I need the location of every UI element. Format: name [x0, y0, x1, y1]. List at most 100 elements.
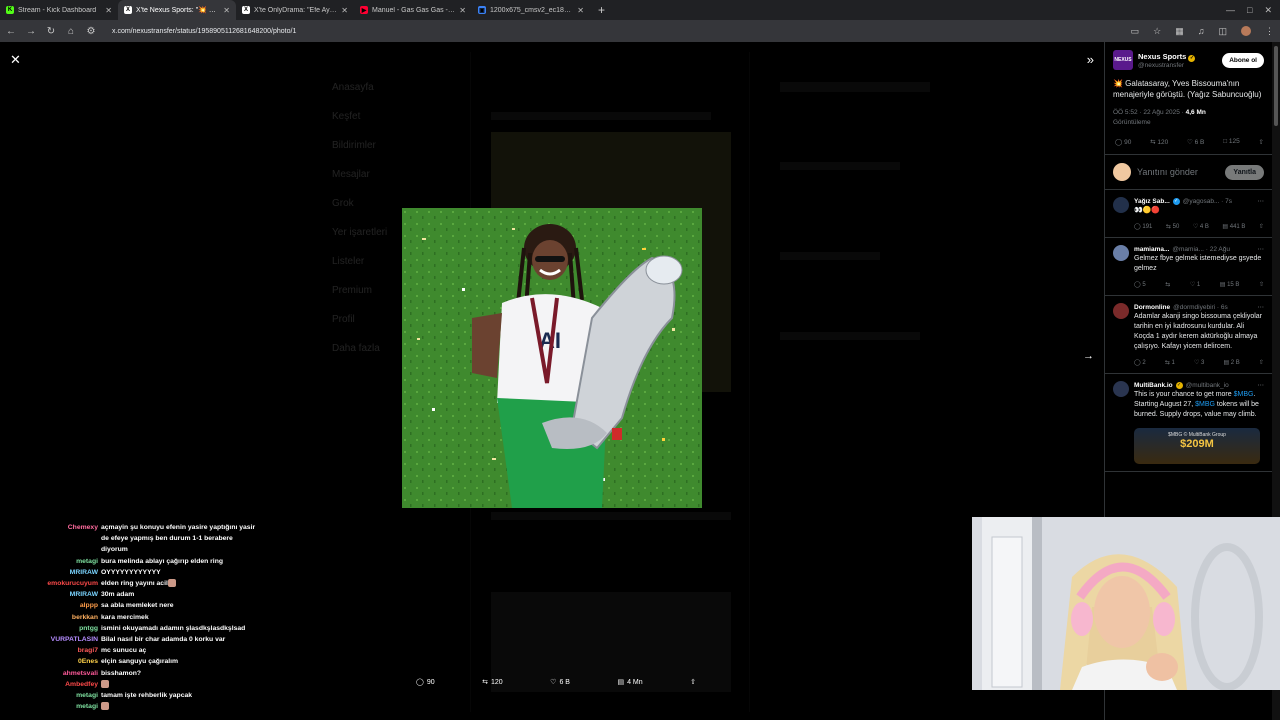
next-photo-icon[interactable]: →	[1083, 350, 1094, 362]
chat-username[interactable]: alppp	[0, 600, 101, 611]
chat-username[interactable]: MRIRAW	[0, 567, 101, 578]
share-icon[interactable]: ⇧	[1259, 223, 1264, 230]
maximize-icon[interactable]: □	[1247, 5, 1252, 16]
chat-username[interactable]: 0Enes	[0, 656, 101, 667]
chat-username[interactable]: pntgg	[0, 623, 101, 634]
author-avatar[interactable]: NEXUS	[1113, 50, 1133, 70]
heart-icon[interactable]: ♡ 3	[1194, 359, 1204, 366]
forward-icon[interactable]: →	[26, 26, 36, 37]
cashtag-link[interactable]: $MBG	[1195, 401, 1215, 408]
bar-chart-icon[interactable]: ▤ 15 B	[1220, 281, 1240, 288]
reply-avatar[interactable]	[1113, 381, 1129, 397]
reply-icon[interactable]: ◯ 5	[1134, 281, 1146, 288]
more-options-icon[interactable]: ⋯	[1258, 381, 1265, 389]
tab-close-icon[interactable]: ✕	[105, 6, 112, 15]
like-stat[interactable]: ♡ 6 B	[1187, 138, 1204, 146]
sidebar-icon[interactable]: ◫	[1218, 26, 1227, 37]
chat-username[interactable]: bragi7	[0, 645, 101, 656]
menu-icon[interactable]: ⋮	[1265, 26, 1274, 37]
cashtag-link[interactable]: $MBG	[1234, 391, 1254, 398]
more-options-icon[interactable]: ⋯	[1258, 245, 1265, 253]
tab-close-icon[interactable]: ✕	[577, 6, 584, 15]
author-handle[interactable]: @nexustransfer	[1138, 62, 1195, 69]
repost-icon[interactable]: ⇆	[1165, 281, 1170, 288]
reply-item[interactable]: mamiama... @mamia... · 22 Ağu ⋯ Gelmez fbye…	[1105, 238, 1272, 296]
scrollbar-thumb[interactable]	[1274, 46, 1278, 126]
reply-submit-button[interactable]: Yanıtla	[1225, 164, 1264, 180]
minimize-icon[interactable]: —	[1226, 5, 1235, 16]
reply-author-handle[interactable]: @dormdiyebiri · 6s	[1173, 304, 1228, 311]
reply-author-name[interactable]: MultiBank.io	[1134, 382, 1173, 389]
reply-author-name[interactable]: Yağız Sab...	[1134, 198, 1170, 205]
more-options-icon[interactable]: ⋯	[1258, 303, 1265, 311]
new-tab-button[interactable]: +	[590, 3, 613, 17]
reply-icon[interactable]: ◯ 2	[1134, 359, 1146, 366]
browser-tab[interactable]: X X'te Nexus Sports: "💥 Galatasaray ✕	[118, 0, 236, 20]
repost-action[interactable]: ⇆ 120	[482, 678, 503, 687]
reload-icon[interactable]: ↻	[46, 26, 56, 37]
close-viewer-icon[interactable]: ✕	[10, 52, 21, 68]
browser-tab[interactable]: ▣ 1200x675_cmsv2_ec180875-7c ✕	[472, 0, 590, 20]
back-icon[interactable]: ←	[6, 26, 16, 37]
tweet-photo[interactable]: AI	[402, 208, 702, 508]
url-field[interactable]: x.com/nexustransfer/status/1958905112681…	[112, 28, 296, 35]
repost-icon[interactable]: ⇆ 50	[1166, 223, 1179, 230]
bookmark-stat[interactable]: □ 125	[1223, 138, 1240, 146]
reply-author-handle[interactable]: @yagosab... · 7s	[1183, 198, 1232, 205]
reply-author-handle[interactable]: @multibank_io	[1186, 382, 1229, 389]
views-action[interactable]: ▤ 4 Mn	[617, 678, 642, 687]
chat-username[interactable]: metagi	[0, 690, 101, 701]
chat-username[interactable]: emokurucuyum	[0, 578, 101, 589]
chat-username[interactable]: Chemexy	[0, 522, 101, 556]
extensions-icon[interactable]: ▦	[1175, 26, 1184, 37]
like-action[interactable]: ♡ 6 B	[550, 678, 570, 687]
ad-banner-image[interactable]: $MBG © MultiBank Group $209M	[1134, 428, 1260, 464]
collapse-panel-icon[interactable]: »	[1087, 52, 1094, 67]
reply-action[interactable]: ◯ 90	[416, 678, 435, 687]
tab-close-icon[interactable]: ✕	[459, 6, 466, 15]
share-icon[interactable]: ⇧	[1259, 281, 1264, 288]
reply-avatar[interactable]	[1113, 303, 1129, 319]
more-options-icon[interactable]: ⋯	[1258, 197, 1265, 205]
reply-item[interactable]: Yağız Sab... ✓ @yagosab... · 7s ⋯ 👀🟡🔴 ◯ 191 ⇆ …	[1105, 190, 1272, 238]
chat-username[interactable]: berkkan	[0, 612, 101, 623]
tab-close-icon[interactable]: ✕	[223, 6, 230, 15]
reply-avatar[interactable]	[1113, 245, 1129, 261]
reply-item[interactable]: MultiBank.io ✓ @multibank_io ⋯ This is your …	[1105, 374, 1272, 472]
reply-author-name[interactable]: mamiama...	[1134, 246, 1169, 253]
reply-avatar[interactable]	[1113, 197, 1129, 213]
chat-username[interactable]: MRIRAW	[0, 589, 101, 600]
chat-username[interactable]: ahmetsvali	[0, 668, 101, 679]
heart-icon[interactable]: ♡ 1	[1190, 281, 1200, 288]
reply-stat[interactable]: ◯ 90	[1115, 138, 1131, 146]
tweet-timestamp[interactable]: ÖÖ 5:52 · 22 Ağu 2025 ·	[1113, 109, 1184, 116]
browser-tab[interactable]: K Stream - Kick Dashboard ✕	[0, 0, 118, 20]
reply-icon[interactable]: ◯ 191	[1134, 223, 1152, 230]
site-info-icon[interactable]: ⚙	[86, 26, 96, 37]
repost-icon[interactable]: ⇆ 1	[1165, 359, 1175, 366]
browser-tab[interactable]: ▶ Manuel - Gas Gas Gas - YouTube ✕	[354, 0, 472, 20]
author-name[interactable]: Nexus Sports ✓	[1138, 52, 1196, 62]
chat-username[interactable]: metagi	[0, 556, 101, 567]
bookmark-star-icon[interactable]: ☆	[1153, 26, 1161, 37]
browser-tab[interactable]: X X'te OnlyDrama: "Efe Aydal, Bu✕	[236, 0, 354, 20]
bar-chart-icon[interactable]: ▤ 2 B	[1223, 359, 1239, 366]
chat-username[interactable]: Ambedfey	[0, 679, 101, 690]
cast-icon[interactable]: ▭	[1131, 26, 1140, 37]
tab-close-icon[interactable]: ✕	[341, 6, 348, 15]
chat-username[interactable]: metagi	[0, 701, 101, 712]
chat-username[interactable]: VURPATLASIN	[0, 634, 101, 645]
heart-icon[interactable]: ♡ 4 B	[1193, 223, 1209, 230]
reply-input[interactable]: Yanıtını gönder	[1137, 167, 1219, 177]
profile-avatar[interactable]	[1241, 26, 1251, 36]
reply-author-handle[interactable]: @mamia... · 22 Ağu	[1172, 246, 1230, 253]
reply-author-name[interactable]: Dormonline	[1134, 304, 1170, 311]
share-icon[interactable]: ⇧	[1259, 359, 1264, 366]
reply-item[interactable]: Dormonline @dormdiyebiri · 6s ⋯ Adamlar aka…	[1105, 296, 1272, 374]
bar-chart-icon[interactable]: ▤ 441 B	[1222, 223, 1245, 230]
share-action[interactable]: ⇧	[690, 678, 696, 686]
subscribe-button[interactable]: Abone ol	[1222, 52, 1264, 68]
media-icon[interactable]: ♫	[1198, 26, 1205, 36]
close-window-icon[interactable]: ✕	[1264, 5, 1272, 16]
home-icon[interactable]: ⌂	[66, 26, 76, 37]
